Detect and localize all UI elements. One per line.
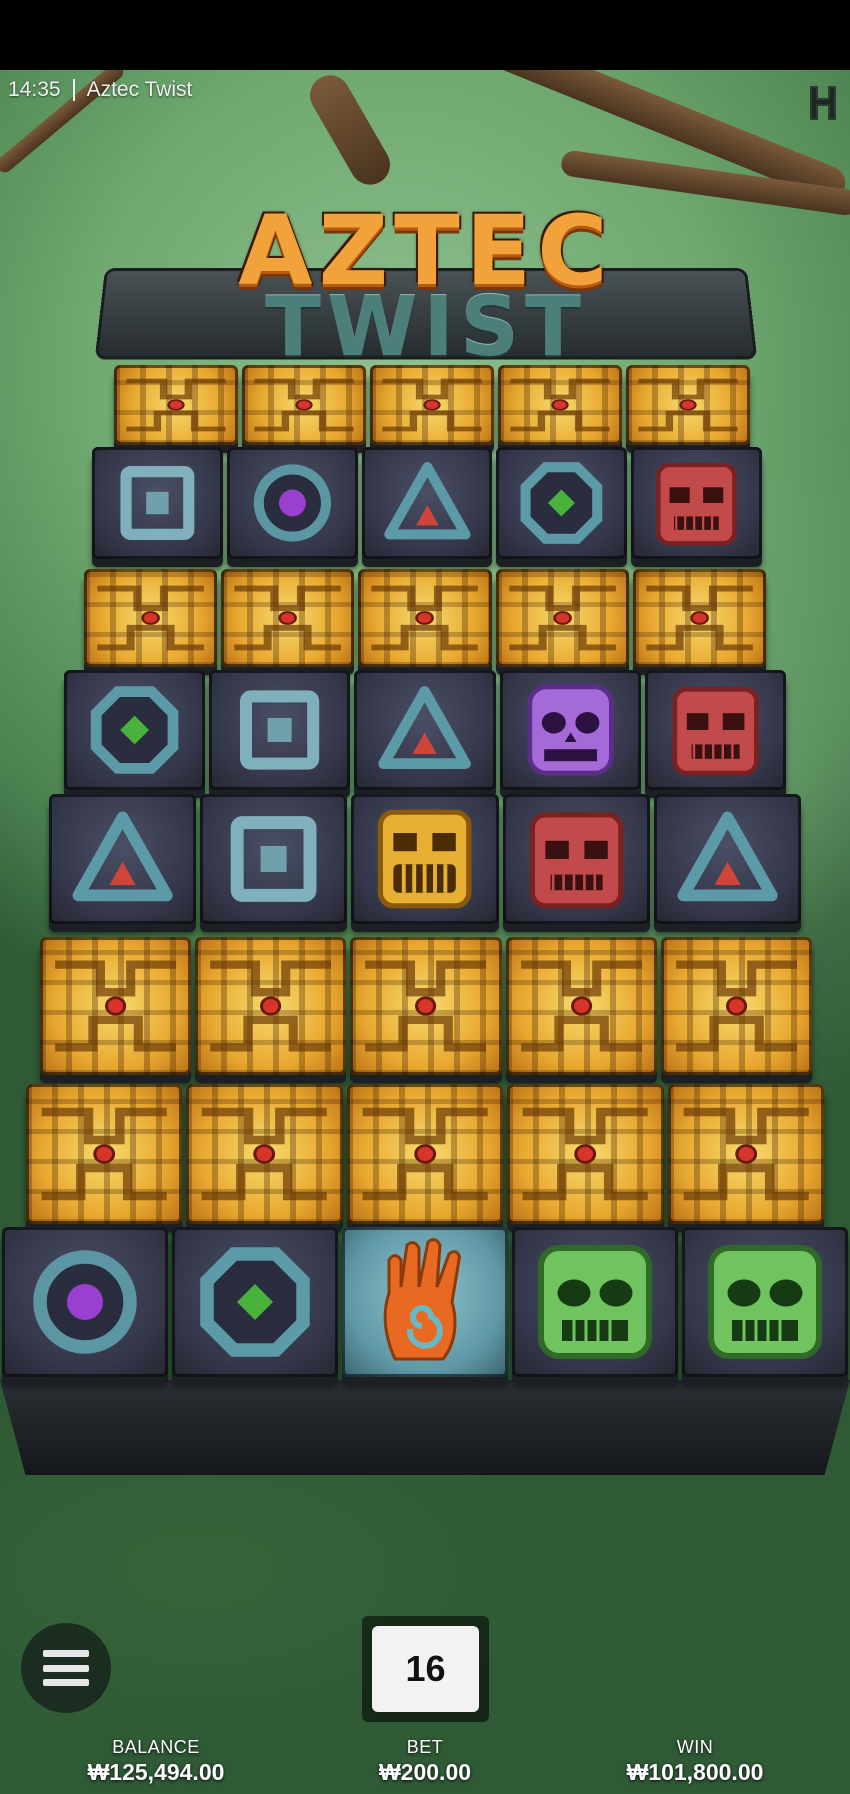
win-stat: WIN ₩101,800.00 — [595, 1737, 795, 1786]
hand-spiral-wild-icon — [342, 1227, 508, 1377]
hamburger-menu-icon — [43, 1650, 89, 1686]
gold-calendar-block-icon — [358, 569, 492, 667]
triangle-red-gem-icon — [361, 447, 493, 559]
gold-skull-mask-icon — [351, 794, 499, 924]
gold-calendar-block-icon — [505, 937, 657, 1075]
octagon-green-gem-icon — [64, 670, 206, 790]
square-rune-icon — [209, 670, 351, 790]
green-skull-mask-icon — [682, 1227, 848, 1377]
gold-calendar-block-icon — [346, 1084, 504, 1224]
triangle-red-gem-icon — [653, 794, 801, 924]
gold-calendar-block-icon — [40, 937, 192, 1075]
win-value: ₩101,800.00 — [626, 1759, 764, 1785]
circle-purple-gem-icon — [226, 447, 358, 559]
circle-purple-gem-icon — [2, 1227, 168, 1377]
octagon-green-gem-icon — [172, 1227, 338, 1377]
balance-label: BALANCE — [112, 1737, 200, 1757]
bet-value: ₩200.00 — [378, 1759, 472, 1785]
gold-calendar-block-icon — [632, 569, 766, 667]
gold-calendar-block-icon — [667, 1084, 824, 1224]
green-skull-mask-icon — [512, 1227, 678, 1377]
purple-skull-mask-icon — [499, 670, 641, 790]
octagon-green-gem-icon — [496, 447, 628, 559]
gold-calendar-block-icon — [370, 365, 494, 445]
gold-calendar-block-icon — [350, 937, 502, 1075]
red-skull-mask-icon — [631, 447, 762, 559]
gold-calendar-block-icon — [507, 1084, 664, 1224]
spin-count-button[interactable]: 16 — [372, 1626, 479, 1712]
triangle-red-gem-icon — [49, 794, 197, 924]
red-skull-mask-icon — [644, 670, 786, 790]
gold-calendar-block-icon — [186, 1084, 343, 1224]
gold-calendar-block-icon — [26, 1084, 183, 1224]
square-rune-icon — [200, 794, 348, 924]
bet-label: BET — [406, 1737, 444, 1757]
square-rune-icon — [92, 447, 223, 559]
gold-calendar-block-icon — [195, 937, 347, 1075]
balance-stat: BALANCE ₩125,494.00 — [56, 1737, 256, 1786]
gold-calendar-block-icon — [114, 365, 238, 445]
symbol-grid — [0, 0, 850, 1794]
gold-calendar-block-icon — [495, 569, 629, 667]
balance-value: ₩125,494.00 — [87, 1759, 225, 1785]
gold-calendar-block-icon — [84, 569, 218, 667]
bet-stat[interactable]: BET ₩200.00 — [325, 1737, 525, 1786]
triangle-red-gem-icon — [354, 670, 496, 790]
red-skull-mask-icon — [502, 794, 650, 924]
gold-calendar-block-icon — [242, 365, 366, 445]
gold-calendar-block-icon — [626, 365, 750, 445]
gold-calendar-block-icon — [498, 365, 622, 445]
menu-button[interactable] — [21, 1623, 111, 1713]
win-label: WIN — [676, 1737, 714, 1757]
gold-calendar-block-icon — [221, 569, 355, 667]
gold-calendar-block-icon — [660, 937, 812, 1075]
